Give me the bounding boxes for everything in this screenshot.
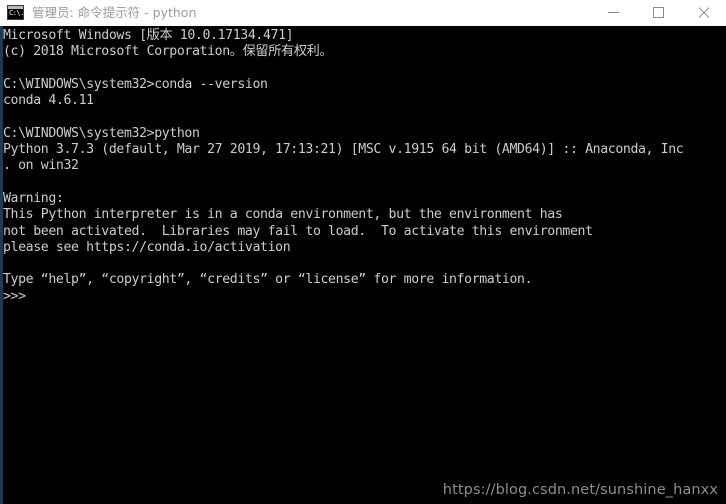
console-line: Type “help”, “copyright”, “credits” or “… bbox=[3, 272, 533, 288]
title-bar[interactable]: C:\. 管理员: 命令提示符 - python bbox=[0, 0, 726, 26]
minimize-button[interactable] bbox=[591, 0, 636, 26]
console-text: Microsoft Windows [版本 10.0.17134.471] (c)… bbox=[3, 28, 726, 305]
close-button[interactable] bbox=[681, 0, 726, 26]
console-line: >>> bbox=[3, 288, 26, 304]
console-line: This Python interpreter is in a conda en… bbox=[3, 207, 563, 223]
console-line: (c) 2018 Microsoft Corporation。保留所有权利。 bbox=[3, 44, 333, 60]
window-title: 管理员: 命令提示符 - python bbox=[32, 4, 197, 20]
console-output-area[interactable]: Microsoft Windows [版本 10.0.17134.471] (c)… bbox=[0, 26, 726, 504]
close-icon bbox=[698, 7, 710, 19]
console-line: conda 4.6.11 bbox=[3, 93, 94, 109]
console-line: . on win32 bbox=[3, 158, 79, 174]
cmd-icon-prompt-glyph: C:\. bbox=[9, 9, 24, 17]
cmd-icon: C:\. bbox=[7, 5, 24, 20]
maximize-button[interactable] bbox=[636, 0, 681, 26]
window-controls bbox=[591, 0, 726, 26]
console-line: please see https://conda.io/activation bbox=[3, 239, 291, 255]
console-line: Python 3.7.3 (default, Mar 27 2019, 17:1… bbox=[3, 142, 684, 158]
title-bar-left: C:\. 管理员: 命令提示符 - python bbox=[0, 0, 591, 26]
cmd-window: C:\. 管理员: 命令提示符 - python Microsoft Windo… bbox=[0, 0, 726, 504]
console-line: not been activated. Libraries may fail t… bbox=[3, 223, 593, 239]
console-line: Warning: bbox=[3, 190, 64, 206]
console-line: C:\WINDOWS\system32>conda --version bbox=[3, 76, 268, 92]
console-line: C:\WINDOWS\system32>python bbox=[3, 125, 200, 141]
minimize-icon bbox=[608, 12, 619, 13]
maximize-icon bbox=[653, 7, 664, 18]
watermark-url: https://blog.csdn.net/sunshine_hanxx bbox=[442, 482, 718, 498]
console-line: Microsoft Windows [版本 10.0.17134.471] bbox=[3, 28, 294, 43]
